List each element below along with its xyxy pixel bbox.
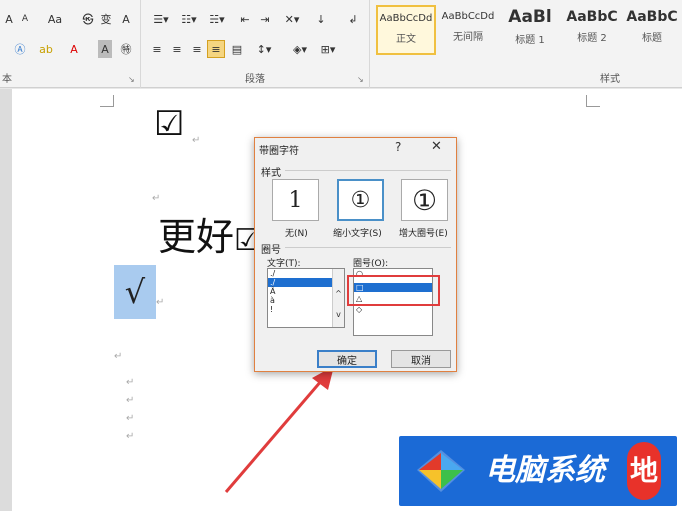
style-option-preview: ①: [411, 183, 438, 217]
watermark-badge: 地: [627, 442, 661, 500]
style-option-enlarge-symbol[interactable]: ①: [401, 179, 448, 221]
style-option-label: 缩小文字(S): [333, 229, 382, 239]
dialog-title: 带圈字符: [259, 146, 299, 157]
windows-logo-icon: [417, 450, 465, 492]
scroll-up-icon[interactable]: ^: [333, 289, 344, 298]
style-section-rule: [285, 170, 451, 171]
cancel-button[interactable]: 取消: [391, 350, 451, 368]
highlight-box: [347, 275, 440, 306]
watermark-text: 电脑系统: [485, 453, 605, 488]
enclose-characters-dialog: 带圈字符 ? ✕ 样式 1 ① ① 无(N) 缩小文字(S) 增大圈号(E) 圈…: [254, 137, 457, 372]
style-option-none[interactable]: 1: [272, 179, 319, 221]
watermark-logo: 电脑系统 地: [399, 436, 677, 506]
style-option-label: 无(N): [285, 229, 308, 239]
style-option-shrink-text[interactable]: ①: [337, 179, 384, 221]
ok-button[interactable]: 确定: [317, 350, 377, 368]
enclosure-section-label: 圈号: [261, 245, 281, 256]
style-option-label: 增大圈号(E): [399, 229, 448, 239]
list-scrollbar[interactable]: ^ v: [332, 269, 344, 327]
help-button[interactable]: ?: [395, 140, 401, 154]
text-listbox[interactable]: ./ ./ Â à ! ^ v: [267, 268, 345, 328]
close-button[interactable]: ✕: [431, 139, 442, 154]
enclosure-section-rule: [285, 247, 451, 248]
style-option-preview: ①: [350, 187, 371, 213]
scroll-down-icon[interactable]: v: [333, 310, 344, 319]
list-item[interactable]: ◇: [354, 305, 432, 314]
style-section-label: 样式: [261, 168, 281, 179]
style-option-preview: 1: [288, 187, 303, 213]
